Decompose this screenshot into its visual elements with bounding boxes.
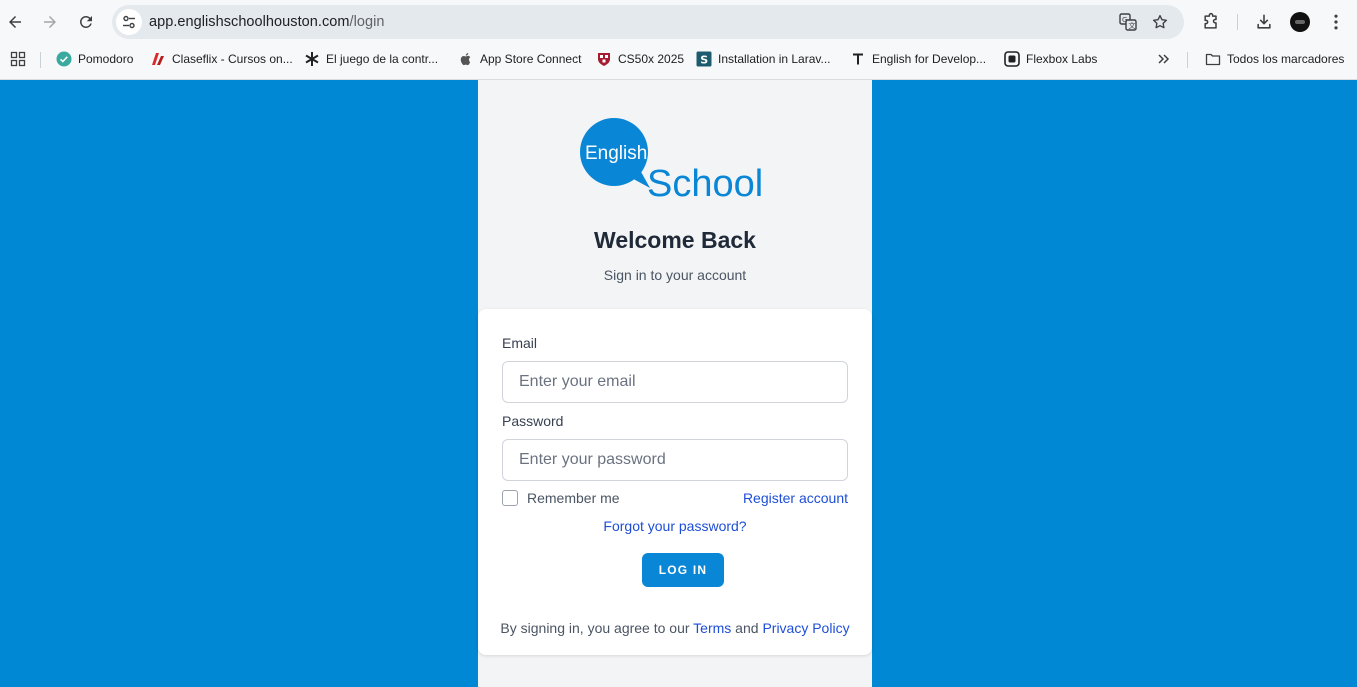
svg-text:G: G bbox=[1122, 16, 1127, 24]
check-circle-icon bbox=[56, 51, 72, 67]
bookmark-english-for-developers[interactable]: English for Develop... bbox=[850, 50, 986, 68]
url-host: app.englishschoolhouston.com bbox=[149, 14, 350, 30]
translate-button[interactable]: G 文 bbox=[1117, 11, 1139, 33]
all-bookmarks-label: Todos los marcadores bbox=[1227, 52, 1345, 66]
browser-chrome: app.englishschoolhouston.com/login G 文 P… bbox=[0, 0, 1357, 80]
extensions-button[interactable] bbox=[1199, 10, 1223, 34]
downloads-button[interactable] bbox=[1252, 10, 1276, 34]
apps-button[interactable] bbox=[10, 50, 26, 68]
t-icon bbox=[850, 51, 866, 67]
bookmark-label: CS50x 2025 bbox=[618, 52, 685, 66]
browser-toolbar: app.englishschoolhouston.com/login G 文 bbox=[0, 0, 1357, 44]
svg-text:文: 文 bbox=[1129, 21, 1136, 30]
remember-me-row[interactable]: Remember me bbox=[502, 490, 620, 506]
register-account-link[interactable]: Register account bbox=[743, 490, 848, 506]
bookmark-label: El juego de la contr... bbox=[326, 52, 439, 66]
forward-button[interactable] bbox=[35, 7, 65, 37]
svg-text:School: School bbox=[647, 163, 763, 200]
apps-grid-icon bbox=[10, 51, 26, 67]
url-path: /login bbox=[349, 14, 385, 30]
bookmarks-divider-right bbox=[1187, 52, 1188, 68]
svg-text:S: S bbox=[700, 53, 708, 66]
toolbar-divider bbox=[1237, 14, 1238, 30]
login-form-card: Email Password Remember me Register acco… bbox=[478, 309, 872, 655]
english-school-logo: English School bbox=[580, 118, 763, 200]
s-square-icon: S bbox=[696, 51, 712, 67]
all-bookmarks-folder[interactable]: Todos los marcadores bbox=[1205, 50, 1344, 68]
bookmark-cs50x[interactable]: CS50x 2025 bbox=[596, 50, 684, 68]
terms-notice: By signing in, you agree to our Terms an… bbox=[478, 620, 872, 636]
email-input[interactable] bbox=[502, 361, 848, 403]
forgot-password-link[interactable]: Forgot your password? bbox=[603, 518, 746, 534]
forgot-password-row: Forgot your password? bbox=[478, 518, 872, 536]
bookmarks-divider bbox=[40, 52, 41, 68]
profile-avatar[interactable] bbox=[1290, 12, 1310, 32]
harvard-shield-icon bbox=[596, 51, 612, 67]
bookmark-label: App Store Connect bbox=[480, 52, 582, 66]
double-chevron-icon bbox=[1158, 54, 1170, 64]
address-bar[interactable]: app.englishschoolhouston.com/login G 文 bbox=[112, 5, 1184, 39]
bookmark-installation-laravel[interactable]: S Installation in Larav... bbox=[696, 50, 831, 68]
bookmarks-bar: Pomodoro Claseflix - Cursos on... El jue… bbox=[0, 44, 1357, 74]
reload-icon bbox=[79, 15, 92, 28]
browser-menu-button[interactable] bbox=[1324, 10, 1348, 34]
apple-icon bbox=[458, 51, 474, 67]
bookmark-label: Flexbox Labs bbox=[1026, 52, 1098, 66]
page-title: Welcome Back bbox=[594, 227, 756, 253]
bookmark-label: Claseflix - Cursos on... bbox=[172, 52, 293, 66]
remember-me-checkbox[interactable] bbox=[502, 490, 518, 506]
svg-text:English: English bbox=[585, 143, 647, 164]
asterisk-icon bbox=[304, 51, 320, 67]
bookmark-claseflix[interactable]: Claseflix - Cursos on... bbox=[150, 50, 293, 68]
translate-icon: G 文 bbox=[1119, 13, 1137, 31]
login-panel: English School Welcome Back Sign in to y… bbox=[478, 80, 872, 687]
bookmark-flexbox-labs[interactable]: Flexbox Labs bbox=[1004, 50, 1097, 68]
tune-icon bbox=[123, 15, 135, 29]
bookmark-label: Installation in Larav... bbox=[718, 52, 831, 66]
login-button[interactable]: LOG IN bbox=[642, 553, 724, 587]
terms-link[interactable]: Terms bbox=[693, 620, 731, 636]
bookmark-el-juego[interactable]: El juego de la contr... bbox=[304, 50, 438, 68]
puzzle-icon bbox=[1204, 12, 1217, 29]
star-icon bbox=[1152, 14, 1168, 29]
forward-arrow-icon bbox=[44, 16, 56, 28]
bookmark-label: Pomodoro bbox=[78, 52, 134, 66]
flexbox-icon bbox=[1004, 51, 1020, 67]
folder-icon bbox=[1205, 51, 1221, 67]
back-button[interactable] bbox=[0, 7, 30, 37]
bookmark-pomodoro[interactable]: Pomodoro bbox=[56, 50, 133, 68]
site-info-button[interactable] bbox=[116, 9, 142, 35]
bookmark-star-button[interactable] bbox=[1149, 11, 1171, 33]
password-label: Password bbox=[502, 413, 564, 429]
reload-button[interactable] bbox=[71, 7, 101, 37]
bookmark-app-store-connect[interactable]: App Store Connect bbox=[458, 50, 581, 68]
page-subtitle: Sign in to your account bbox=[603, 267, 747, 283]
more-vert-icon bbox=[1334, 14, 1338, 30]
password-input[interactable] bbox=[502, 439, 848, 481]
bookmark-label: English for Develop... bbox=[872, 52, 987, 66]
terms-prefix: By signing in, you agree to our bbox=[500, 620, 694, 636]
privacy-policy-link[interactable]: Privacy Policy bbox=[762, 620, 849, 636]
url-text[interactable]: app.englishschoolhouston.com/login bbox=[149, 14, 384, 30]
email-label: Email bbox=[502, 335, 538, 351]
back-arrow-icon bbox=[9, 16, 21, 28]
download-icon bbox=[1257, 14, 1271, 29]
remember-me-label: Remember me bbox=[527, 490, 620, 506]
terms-and: and bbox=[731, 620, 763, 636]
more-bookmarks-button[interactable] bbox=[1156, 50, 1172, 68]
claseflix-icon bbox=[150, 51, 166, 67]
